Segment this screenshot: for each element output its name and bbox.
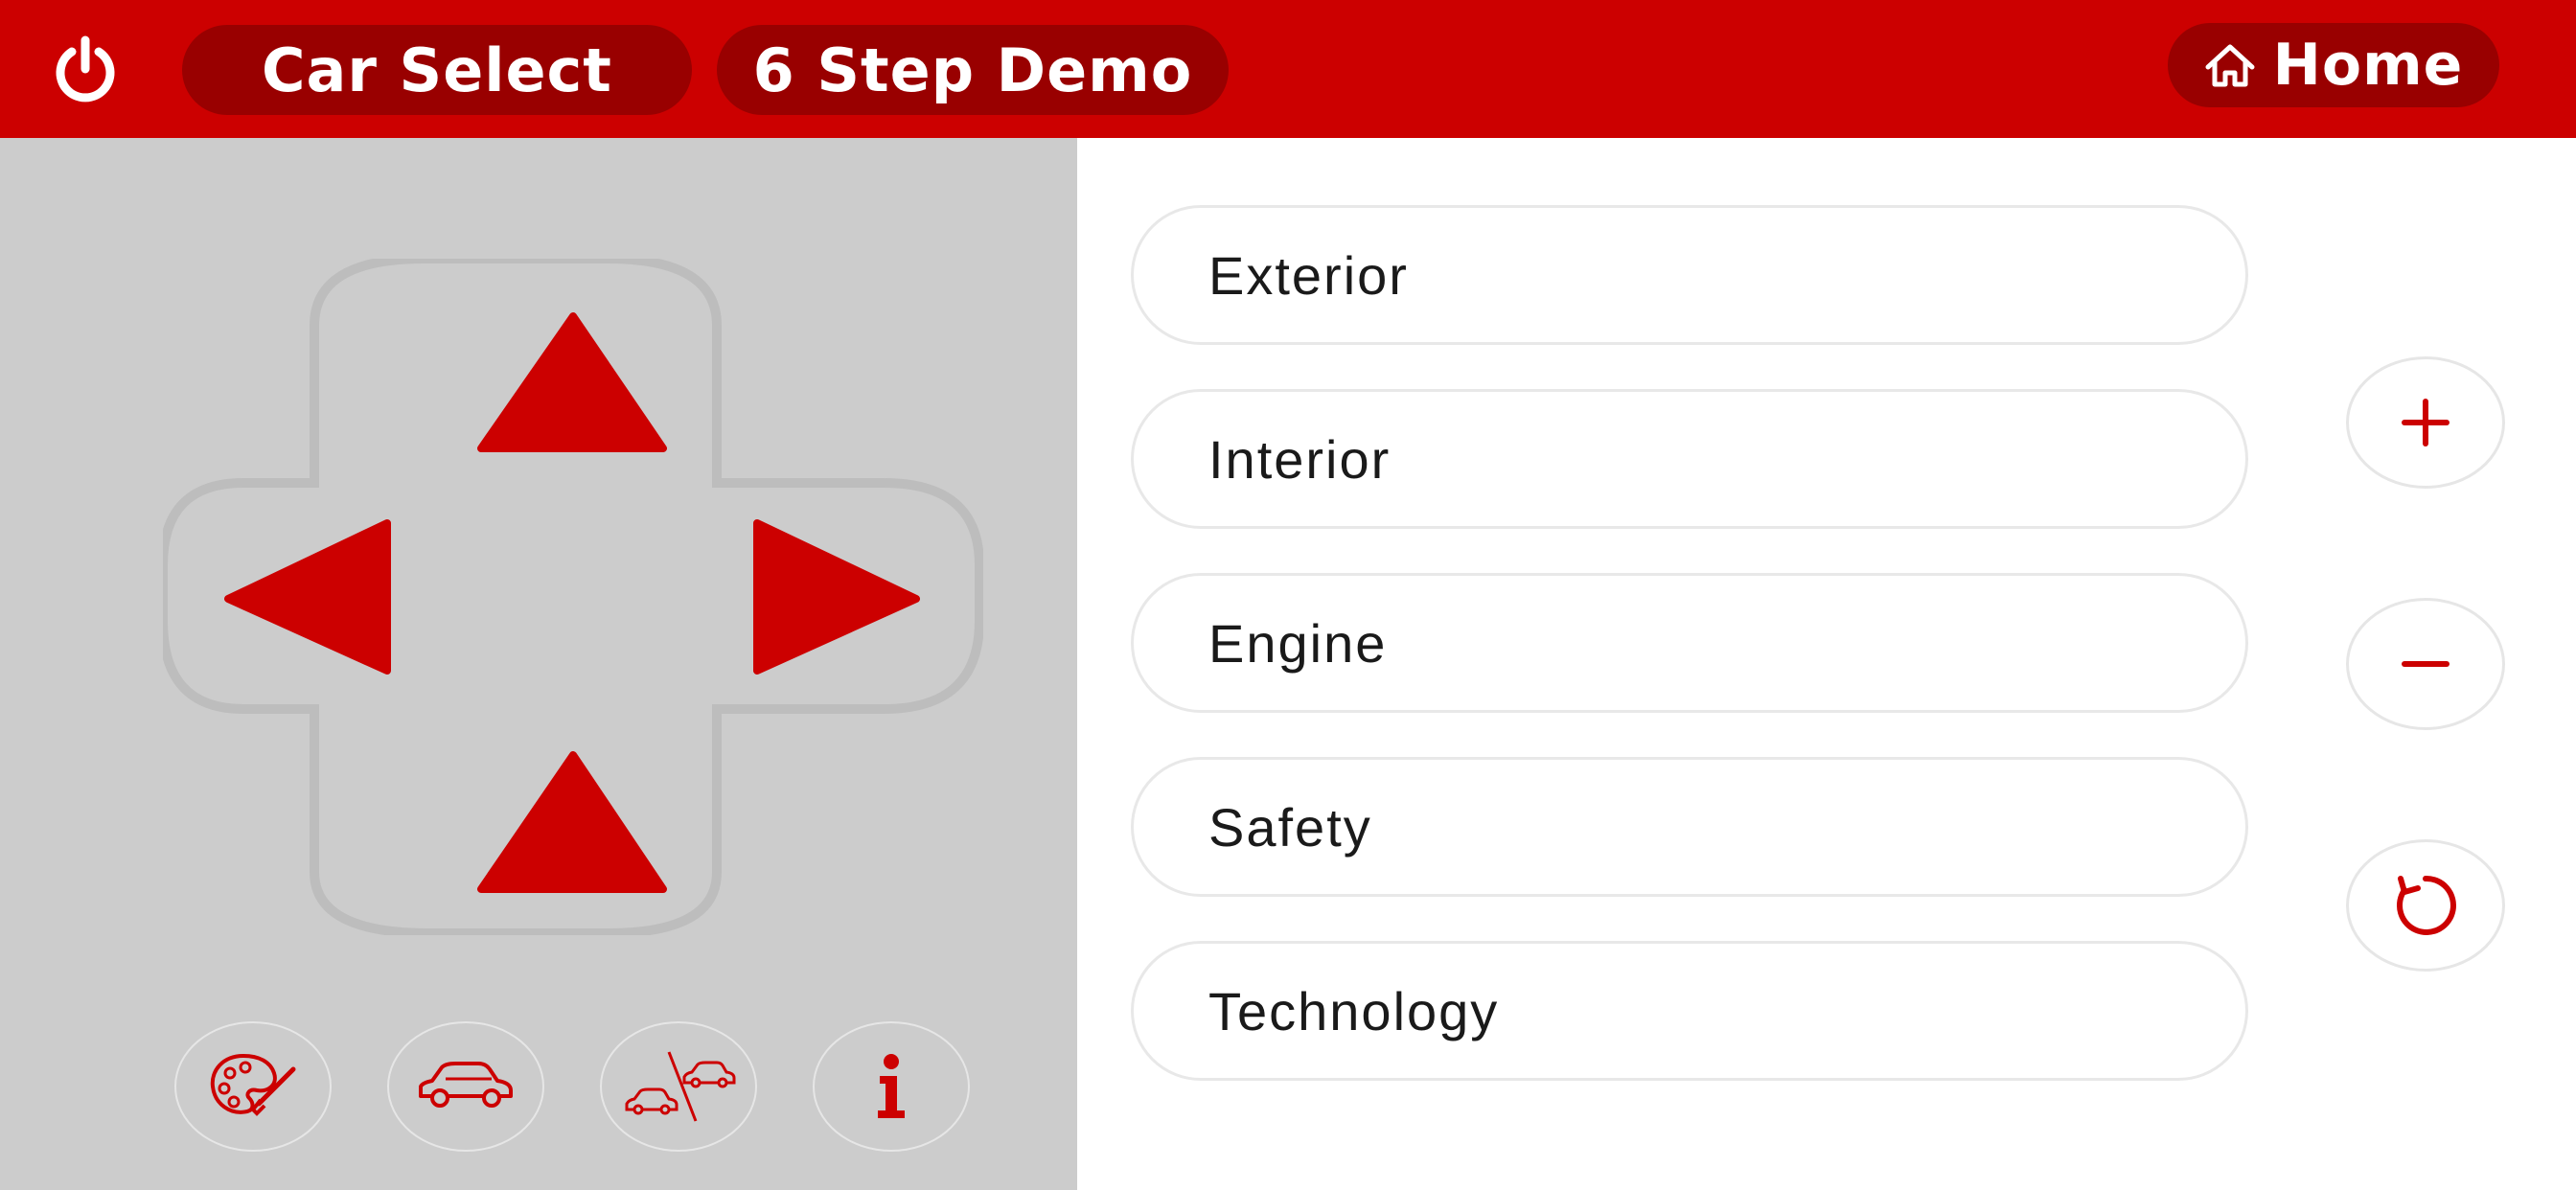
home-button[interactable]: Home — [2168, 23, 2499, 107]
reset-button[interactable] — [2346, 839, 2505, 972]
palette-icon — [210, 1053, 296, 1116]
info-icon — [878, 1054, 905, 1118]
menu-item-label: Exterior — [1208, 244, 1409, 306]
control-panel — [0, 138, 1077, 1190]
paint-button[interactable] — [174, 1021, 332, 1152]
compare-button[interactable] — [600, 1021, 757, 1152]
zoom-out-button[interactable] — [2346, 598, 2505, 730]
power-button[interactable] — [36, 29, 134, 109]
arrow-down-icon[interactable] — [477, 751, 667, 893]
home-icon — [2204, 42, 2256, 88]
menu-item-engine[interactable]: Engine — [1131, 573, 2248, 713]
plus-icon — [2402, 399, 2450, 446]
menu-item-label: Interior — [1208, 428, 1392, 490]
arrow-up-icon[interactable] — [477, 312, 667, 452]
car-select-label: Car Select — [262, 34, 612, 105]
arrow-left-icon[interactable] — [224, 519, 391, 675]
zoom-in-button[interactable] — [2346, 356, 2505, 489]
refresh-icon — [2396, 875, 2456, 935]
menu-item-label: Engine — [1208, 612, 1388, 674]
car-icon — [419, 1062, 513, 1108]
compare-cars-icon — [625, 1051, 736, 1122]
home-label: Home — [2272, 32, 2464, 99]
info-button[interactable] — [813, 1021, 970, 1152]
menu-item-exterior[interactable]: Exterior — [1131, 205, 2248, 345]
demo-button[interactable]: 6 Step Demo — [717, 25, 1229, 115]
top-bar: Car Select 6 Step Demo Home — [0, 0, 2576, 138]
arrow-right-icon[interactable] — [753, 519, 920, 675]
demo-label: 6 Step Demo — [752, 34, 1193, 105]
menu-item-safety[interactable]: Safety — [1131, 757, 2248, 897]
minus-icon — [2402, 661, 2450, 667]
car-select-button[interactable]: Car Select — [182, 25, 692, 115]
menu-item-label: Safety — [1208, 796, 1372, 858]
menu-item-technology[interactable]: Technology — [1131, 941, 2248, 1081]
car-view-button[interactable] — [387, 1021, 544, 1152]
power-icon — [56, 35, 115, 103]
menu-item-label: Technology — [1208, 980, 1500, 1041]
direction-pad — [163, 259, 983, 935]
menu-item-interior[interactable]: Interior — [1131, 389, 2248, 529]
